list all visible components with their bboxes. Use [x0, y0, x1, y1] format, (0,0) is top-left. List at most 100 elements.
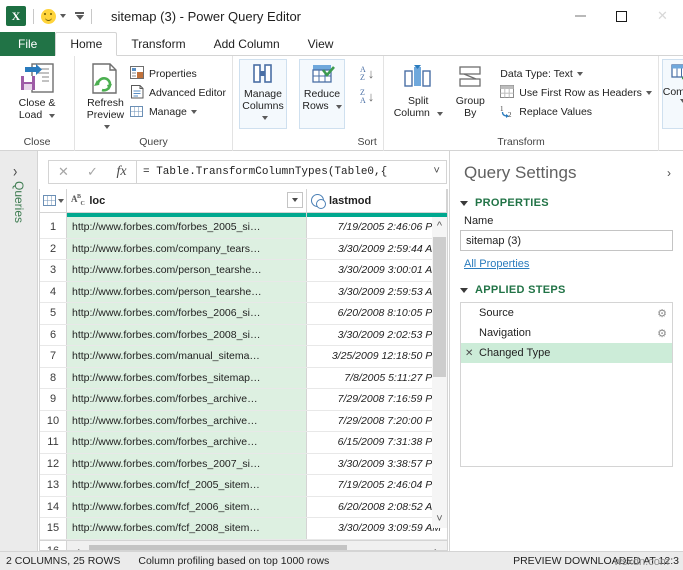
cell-lastmod[interactable]: 6/20/2008 8:10:05 PM	[307, 303, 447, 324]
chevron-down-icon[interactable]	[60, 14, 66, 18]
sort-ascending-button[interactable]: AZ ↓	[357, 62, 377, 85]
column-header-loc[interactable]: ABC loc	[67, 189, 307, 212]
chevron-down-icon[interactable]	[104, 125, 111, 129]
feedback-button[interactable]	[41, 8, 66, 24]
cell-loc[interactable]: http://www.forbes.com/forbes_2005_si…	[67, 217, 307, 238]
cell-lastmod[interactable]: 7/8/2005 5:11:27 PM	[307, 367, 447, 388]
chevron-down-icon[interactable]	[335, 104, 342, 109]
vertical-scrollbar[interactable]: ^ ˅	[432, 217, 447, 528]
table-row[interactable]: 10 http://www.forbes.com/forbes_archive… 7…	[40, 410, 447, 432]
cell-loc[interactable]: http://www.forbes.com/fcf_2006_sitem…	[67, 496, 307, 517]
chevron-right-icon[interactable]: ›	[425, 544, 447, 550]
chevron-down-icon[interactable]	[576, 71, 583, 76]
cell-loc[interactable]: http://www.forbes.com/forbes_2008_si…	[67, 324, 307, 345]
tab-file[interactable]: File	[0, 32, 56, 56]
cell-lastmod[interactable]: 3/30/2009 3:00:01 AM	[307, 260, 447, 281]
table-row[interactable]: 2 http://www.forbes.com/company_tears… 3/3…	[40, 238, 447, 260]
use-first-row-as-headers-button[interactable]: Use First Row as Headers	[500, 83, 652, 102]
data-type-button[interactable]: Data Type: Text	[500, 64, 652, 83]
table-row[interactable]: 15 http://www.forbes.com/fcf_2008_sitem… 3…	[40, 518, 447, 540]
cell-lastmod[interactable]: 7/19/2005 2:46:06 PM	[307, 217, 447, 238]
close-button[interactable]: ✕	[642, 0, 683, 32]
chevron-down-icon[interactable]	[49, 113, 56, 118]
cell-lastmod[interactable]: 3/30/2009 2:02:53 PM	[307, 324, 447, 345]
cell-loc[interactable]: http://www.forbes.com/fcf_2008_sitem…	[67, 518, 307, 539]
cell-loc[interactable]: http://www.forbes.com/forbes_archive…	[67, 432, 307, 453]
properties-button[interactable]: Properties	[129, 64, 226, 83]
chevron-down-icon[interactable]	[645, 90, 652, 95]
tab-home[interactable]: Home	[55, 32, 118, 56]
cell-lastmod[interactable]: 7/29/2008 7:16:59 PM	[307, 389, 447, 410]
fx-icon[interactable]: fx	[107, 161, 136, 183]
chevron-down-icon[interactable]	[436, 111, 443, 116]
minimize-button[interactable]	[560, 0, 601, 32]
table-row[interactable]: 12 http://www.forbes.com/forbes_2007_si… 3…	[40, 453, 447, 475]
cell-lastmod[interactable]: 3/25/2009 12:18:50 PM	[307, 346, 447, 367]
refresh-preview-button[interactable]: Refresh Preview	[81, 61, 130, 133]
advanced-editor-button[interactable]: Advanced Editor	[130, 83, 226, 102]
query-name-input[interactable]: sitemap (3)	[460, 230, 673, 251]
cell-loc[interactable]: http://www.forbes.com/forbes_archive…	[67, 389, 307, 410]
chevron-right-icon[interactable]: ›	[667, 166, 671, 180]
column-filter-button-loc[interactable]	[287, 192, 303, 208]
cell-loc[interactable]: http://www.forbes.com/fcf_2005_sitem…	[67, 475, 307, 496]
chevron-down-icon[interactable]: ˅	[432, 510, 447, 528]
table-row[interactable]: 3 http://www.forbes.com/person_tearshe… 3/…	[40, 260, 447, 282]
table-row[interactable]: 5 http://www.forbes.com/forbes_2006_si… 6/…	[40, 303, 447, 325]
table-row[interactable]: 8 http://www.forbes.com/forbes_sitemap… 7/…	[40, 367, 447, 389]
tab-add-column[interactable]: Add Column	[200, 32, 294, 56]
cell-loc[interactable]: http://www.forbes.com/forbes_2007_si…	[67, 453, 307, 474]
close-x-icon[interactable]: ✕	[465, 348, 479, 359]
gear-icon[interactable]: ⚙	[657, 307, 667, 320]
chevron-down-icon[interactable]	[262, 116, 268, 120]
cell-lastmod[interactable]: 6/15/2009 7:31:38 PM	[307, 432, 447, 453]
horizontal-scrollbar[interactable]: ‹ ›	[67, 540, 447, 550]
tab-transform[interactable]: Transform	[117, 32, 199, 56]
cell-loc[interactable]: http://www.forbes.com/forbes_sitemap…	[67, 367, 307, 388]
cell-loc[interactable]: http://www.forbes.com/company_tears…	[67, 238, 307, 259]
cell-lastmod[interactable]: 7/19/2005 2:46:04 PM	[307, 475, 447, 496]
applied-step-changed-type[interactable]: ✕ Changed Type	[461, 343, 672, 363]
cell-lastmod[interactable]: 3/30/2009 2:59:53 AM	[307, 281, 447, 302]
split-column-button[interactable]: Split Column	[390, 61, 446, 119]
reduce-rows-button[interactable]: Reduce Rows	[299, 59, 345, 129]
group-by-button[interactable]: Group By	[446, 61, 494, 119]
chevron-down-icon[interactable]	[190, 109, 197, 114]
chevron-down-icon[interactable]: ˅	[433, 166, 440, 178]
combine-button[interactable]: Combin	[661, 59, 683, 129]
column-header-lastmod[interactable]: lastmod	[307, 189, 447, 212]
maximize-button[interactable]	[601, 0, 642, 32]
tab-view[interactable]: View	[294, 32, 348, 56]
manage-button[interactable]: Manage	[129, 102, 226, 121]
cell-loc[interactable]: http://www.forbes.com/forbes_archive…	[67, 410, 307, 431]
close-and-load-button[interactable]: Close & Load	[6, 61, 68, 121]
table-row[interactable]: 14 http://www.forbes.com/fcf_2006_sitem… 6…	[40, 496, 447, 518]
cell-lastmod[interactable]: 3/30/2009 3:38:57 PM	[307, 453, 447, 474]
properties-section-header[interactable]: PROPERTIES	[460, 197, 673, 209]
replace-values-button[interactable]: 1 2 Replace Values	[500, 102, 652, 121]
applied-steps-section-header[interactable]: APPLIED STEPS	[460, 284, 673, 296]
all-properties-link[interactable]: All Properties	[464, 258, 529, 270]
cell-lastmod[interactable]: 3/30/2009 2:59:44 AM	[307, 238, 447, 259]
checkmark-icon[interactable]: ✓	[78, 161, 107, 183]
customize-quick-access-toolbar-button[interactable]	[75, 12, 84, 20]
queries-pane-collapsed[interactable]: › Queries	[0, 151, 38, 551]
chevron-left-icon[interactable]: ‹	[67, 544, 89, 550]
table-row[interactable]: 9 http://www.forbes.com/forbes_archive… 7/…	[40, 389, 447, 411]
applied-step-navigation[interactable]: Navigation ⚙	[461, 323, 672, 343]
cancel-icon[interactable]: ✕	[49, 161, 78, 183]
table-row[interactable]: 7 http://www.forbes.com/manual_sitema… 3/2…	[40, 346, 447, 368]
cell-loc[interactable]: http://www.forbes.com/person_tearshe…	[67, 281, 307, 302]
select-all-columns-button[interactable]	[40, 189, 67, 212]
cell-loc[interactable]: http://www.forbes.com/manual_sitema…	[67, 346, 307, 367]
manage-columns-button[interactable]: Manage Columns	[239, 59, 287, 129]
cell-loc[interactable]: http://www.forbes.com/person_tearshe…	[67, 260, 307, 281]
chevron-down-icon[interactable]	[57, 198, 64, 203]
gear-icon[interactable]: ⚙	[657, 327, 667, 340]
vscroll-thumb[interactable]	[433, 237, 446, 377]
cell-lastmod[interactable]: 7/29/2008 7:20:00 PM	[307, 410, 447, 431]
table-row[interactable]: 6 http://www.forbes.com/forbes_2008_si… 3/…	[40, 324, 447, 346]
cell-lastmod[interactable]: 6/20/2008 2:08:52 AM	[307, 496, 447, 517]
table-row[interactable]: 4 http://www.forbes.com/person_tearshe… 3/…	[40, 281, 447, 303]
table-row[interactable]: 13 http://www.forbes.com/fcf_2005_sitem… 7…	[40, 475, 447, 497]
